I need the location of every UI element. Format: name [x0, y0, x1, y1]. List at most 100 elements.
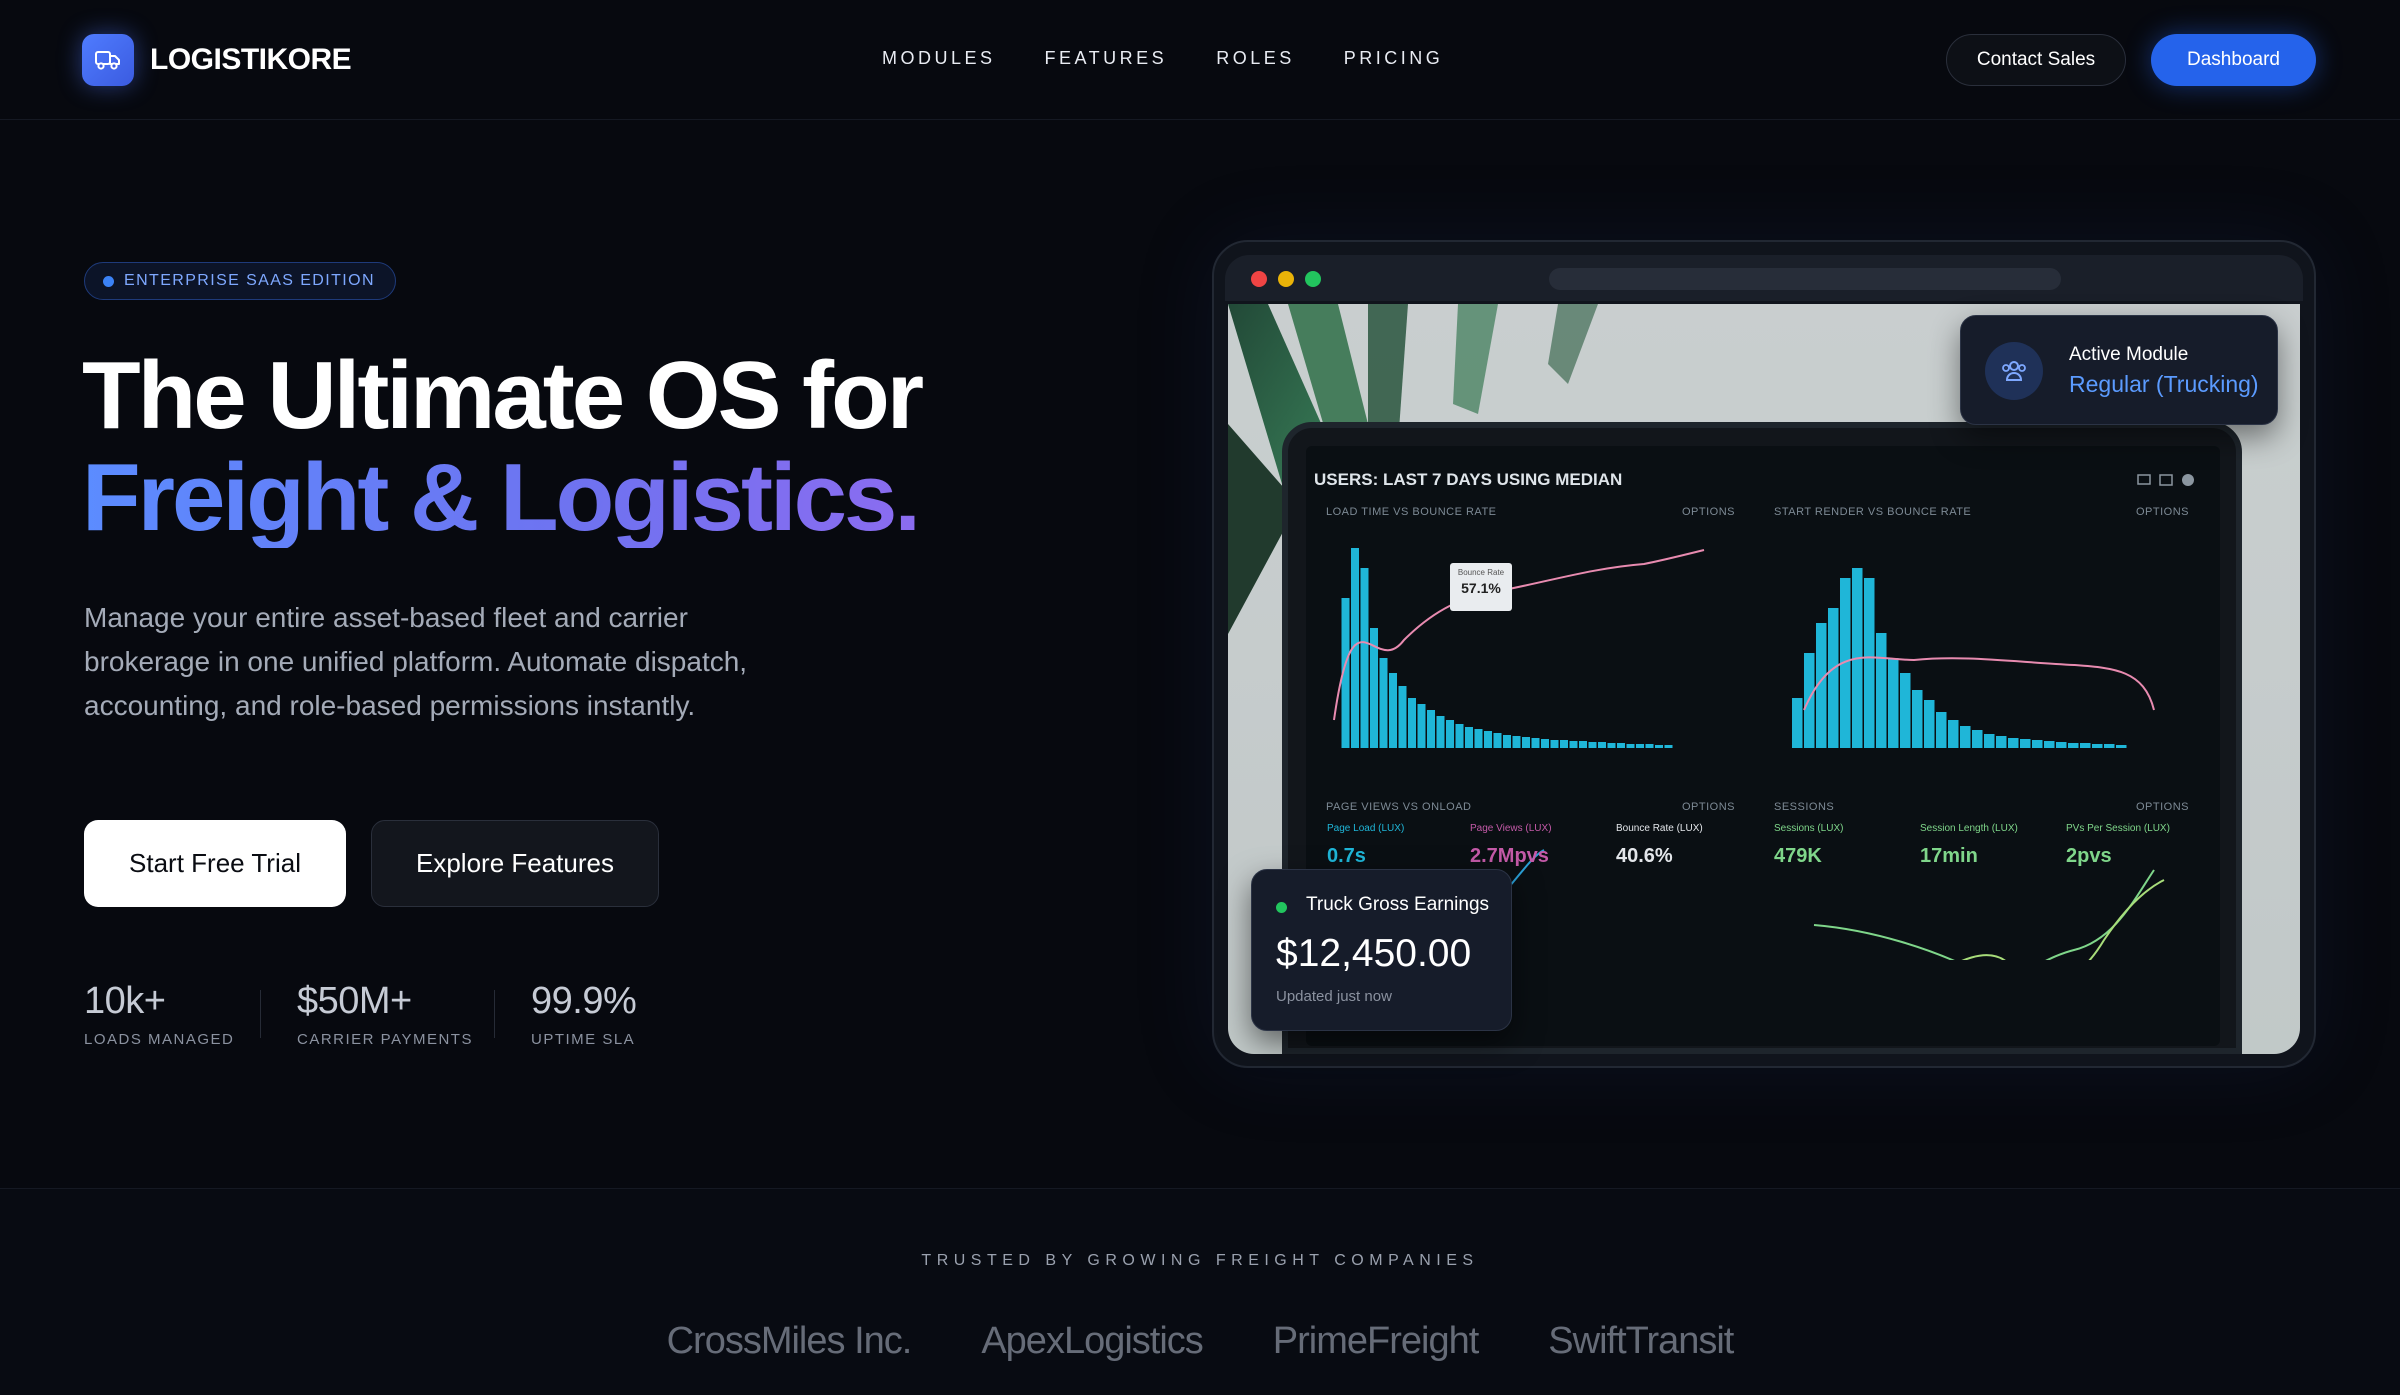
histogram-bar: [2056, 742, 2067, 748]
histogram-bar: [1550, 740, 1559, 748]
company-logo: PrimeFreight: [1272, 1320, 1479, 1362]
kpi-label: Sessions (LUX): [1774, 823, 1844, 834]
histogram-bar: [1948, 720, 1959, 748]
histogram-bar: [1912, 690, 1923, 748]
stat-label: UPTIME SLA: [531, 1031, 636, 1048]
histogram-bar: [2104, 744, 2115, 748]
histogram-bar: [1924, 700, 1935, 748]
address-bar: [1549, 268, 2061, 290]
histogram-bar: [1617, 743, 1625, 748]
histogram-bar: [1465, 727, 1473, 748]
stat-uptime: 99.9% UPTIME SLA: [531, 980, 637, 1048]
histogram-bar: [1389, 673, 1397, 748]
contact-sales-button[interactable]: Contact Sales: [1946, 34, 2126, 86]
histogram-bar: [1655, 745, 1663, 748]
stat-value: $50M+: [297, 980, 412, 1022]
start-free-trial-button[interactable]: Start Free Trial: [84, 820, 346, 907]
histogram-bar: [1560, 740, 1568, 748]
minimize-dot-icon: [1278, 271, 1294, 287]
tooltip-label: Bounce Rate: [1457, 568, 1505, 577]
brand-name: LOGISTIKORE: [150, 43, 352, 76]
stat-label: LOADS MANAGED: [84, 1031, 235, 1048]
histogram-bar: [1531, 738, 1540, 748]
histogram-bar: [1664, 745, 1673, 748]
active-module-card[interactable]: Active Module Regular (Trucking): [1960, 315, 2278, 425]
trusted-by-heading: TRUSTED BY GROWING FREIGHT COMPANIES: [921, 1252, 1479, 1269]
company-logo: ApexLogistics: [981, 1320, 1203, 1362]
histogram-bar: [1607, 743, 1616, 748]
maximize-dot-icon: [1305, 271, 1321, 287]
users-icon: [1985, 342, 2043, 400]
histogram-bar: [1379, 658, 1388, 748]
nav-link-modules[interactable]: MODULES: [882, 48, 996, 69]
histogram-bar: [2020, 739, 2031, 748]
histogram-bar: [1512, 736, 1521, 748]
kpi-value: 0.7s: [1327, 845, 1366, 867]
truck-icon: [82, 34, 134, 86]
histogram-bar: [1522, 737, 1530, 748]
nav-links: MODULES FEATURES ROLES PRICING: [882, 48, 1443, 69]
histogram-bar: [1455, 724, 1464, 748]
close-dot-icon: [1251, 271, 1267, 287]
histogram-bar: [1936, 712, 1947, 748]
histogram-bar: [1436, 716, 1445, 748]
histogram-bar: [1408, 698, 1416, 748]
histogram-bar: [1427, 710, 1435, 748]
module-label: Active Module: [2069, 344, 2189, 365]
kpi-label: Page Load (LUX): [1327, 823, 1405, 834]
earnings-value: $12,450.00: [1276, 932, 1472, 975]
dashboard-button[interactable]: Dashboard: [2151, 34, 2316, 86]
kpi-label: Page Views (LUX): [1470, 823, 1552, 834]
nav-link-roles[interactable]: ROLES: [1216, 48, 1295, 69]
kpi-label: Session Length (LUX): [1920, 823, 2018, 834]
tooltip-value: 57.1%: [1461, 580, 1501, 596]
stat-payments: $50M+ CARRIER PAYMENTS: [297, 980, 473, 1048]
histogram-bar: [1588, 742, 1597, 748]
histogram-bar: [1398, 686, 1407, 748]
edition-badge: ENTERPRISE SAAS EDITION: [84, 262, 396, 300]
histogram-bar: [1626, 744, 1635, 748]
nav-link-pricing[interactable]: PRICING: [1344, 48, 1444, 69]
stat-divider: [494, 990, 495, 1038]
company-logo: SwiftTransit: [1548, 1320, 1734, 1362]
brand-logo[interactable]: LOGISTIKORE: [82, 34, 352, 86]
kpi-label: PVs Per Session (LUX): [2066, 823, 2170, 834]
chart-tooltip: Bounce Rate 57.1%: [1450, 563, 1512, 611]
histogram-bar: [1541, 739, 1549, 748]
histogram-bar: [1864, 578, 1875, 748]
kpi-value: 479K: [1774, 845, 1822, 867]
panel-title: LOAD TIME VS BOUNCE RATE: [1326, 506, 1497, 518]
badge-text: ENTERPRISE SAAS EDITION: [124, 272, 375, 289]
stat-divider: [260, 990, 261, 1038]
panel-title: START RENDER VS BOUNCE RATE: [1774, 506, 1972, 518]
stat-value: 99.9%: [531, 980, 637, 1022]
histogram-bar: [1493, 733, 1502, 748]
module-value: Regular (Trucking): [2069, 371, 2259, 397]
stat-label: CARRIER PAYMENTS: [297, 1031, 473, 1048]
toolbar-icons: [2137, 474, 2194, 486]
histogram-bar: [1446, 720, 1454, 748]
histogram-bar: [2068, 743, 2079, 748]
kpi-value: 17min: [1920, 845, 1978, 867]
histogram-bar: [1579, 741, 1587, 748]
histogram-bar: [1960, 726, 1971, 748]
nav-link-features[interactable]: FEATURES: [1045, 48, 1168, 69]
hero-description: Manage your entire asset-based fleet and…: [84, 602, 748, 721]
histogram-bar: [2092, 744, 2103, 748]
histogram-bar: [1996, 736, 2007, 748]
hero-title-line2: Freight & Logistics.: [82, 444, 921, 551]
histogram-bar: [2008, 738, 2019, 748]
earnings-label: Truck Gross Earnings: [1306, 894, 1490, 915]
earnings-card[interactable]: Truck Gross Earnings $12,450.00 Updated …: [1251, 869, 1512, 1031]
hero-title-line1: The Ultimate OS for: [82, 342, 924, 449]
histogram-bar: [1503, 735, 1511, 748]
histogram-bar: [1569, 741, 1578, 748]
explore-features-button[interactable]: Explore Features: [371, 820, 659, 907]
histogram-bar: [1972, 730, 1983, 748]
histogram-bar: [1598, 742, 1606, 748]
histogram-bar: [1645, 744, 1654, 748]
options-link: OPTIONS: [1682, 506, 1736, 518]
histogram-bar: [2032, 740, 2043, 748]
kpi-value: 40.6%: [1616, 845, 1673, 867]
live-status-dot: [1276, 902, 1287, 913]
